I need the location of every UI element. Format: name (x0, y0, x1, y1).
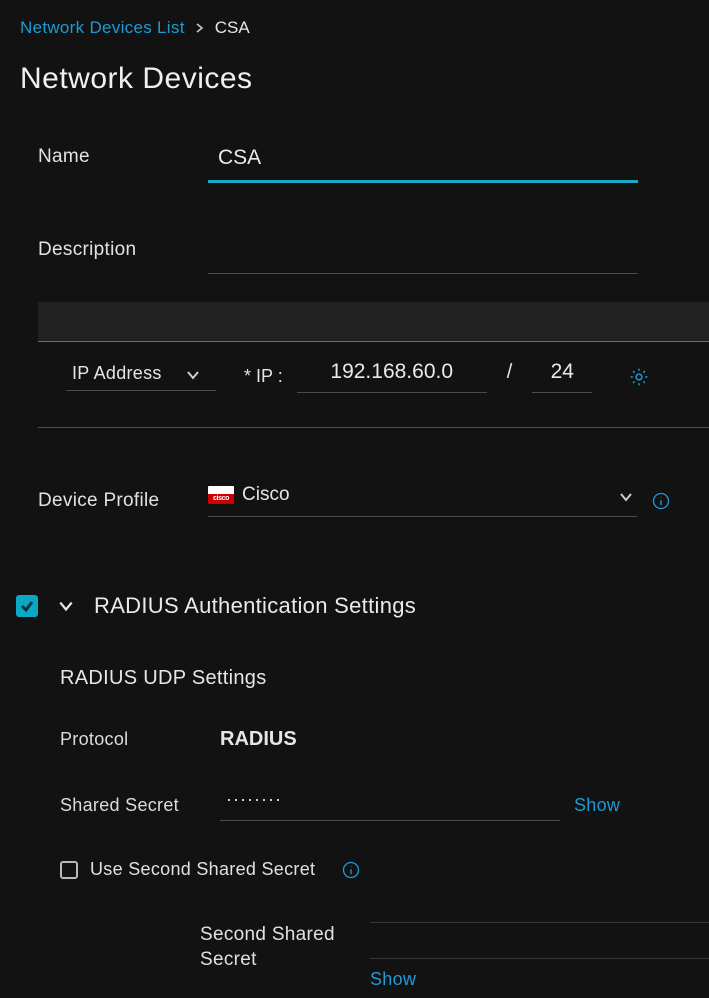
protocol-value: RADIUS (220, 728, 297, 751)
chevron-right-icon (195, 21, 205, 36)
info-icon[interactable] (651, 491, 671, 511)
description-label: Description (38, 237, 208, 261)
info-icon[interactable] (341, 860, 361, 880)
ip-mask-separator: / (501, 361, 519, 392)
second-shared-secret-input[interactable] (370, 927, 709, 959)
cisco-logo-icon: cisco (208, 486, 234, 504)
radius-enable-checkbox[interactable] (16, 595, 38, 617)
gear-icon[interactable] (628, 366, 650, 388)
ip-type-label: IP Address (72, 363, 162, 384)
shared-secret-input[interactable] (220, 789, 560, 821)
page-title: Network Devices (0, 62, 709, 96)
ip-section-banner (38, 302, 709, 342)
name-label: Name (38, 144, 208, 168)
chevron-down-icon (619, 488, 633, 502)
description-input[interactable] (208, 237, 638, 274)
use-second-secret-label: Use Second Shared Secret (90, 859, 315, 880)
show-shared-secret-link[interactable]: Show (574, 795, 620, 816)
chevron-down-icon (186, 366, 200, 380)
chevron-down-icon[interactable] (56, 596, 76, 616)
radius-section-title: RADIUS Authentication Settings (94, 593, 416, 619)
breadcrumb-current: CSA (215, 18, 250, 38)
second-shared-secret-label: Second Shared Secret (200, 922, 350, 972)
device-profile-value: Cisco (242, 484, 290, 506)
radius-udp-heading: RADIUS UDP Settings (60, 667, 709, 728)
ip-type-dropdown[interactable]: IP Address (66, 363, 216, 391)
device-profile-dropdown[interactable]: cisco Cisco (208, 484, 637, 517)
breadcrumb: Network Devices List CSA (0, 18, 709, 62)
ip-address-input[interactable] (297, 360, 487, 393)
device-profile-label: Device Profile (38, 490, 208, 512)
ip-mask-input[interactable] (532, 360, 592, 393)
name-input[interactable] (208, 144, 638, 183)
ip-field-label: * IP : (230, 366, 283, 387)
protocol-label: Protocol (60, 729, 220, 750)
use-second-secret-checkbox[interactable] (60, 861, 78, 879)
breadcrumb-parent-link[interactable]: Network Devices List (20, 18, 185, 38)
shared-secret-label: Shared Secret (60, 795, 220, 816)
show-second-secret-link[interactable]: Show (370, 969, 709, 990)
